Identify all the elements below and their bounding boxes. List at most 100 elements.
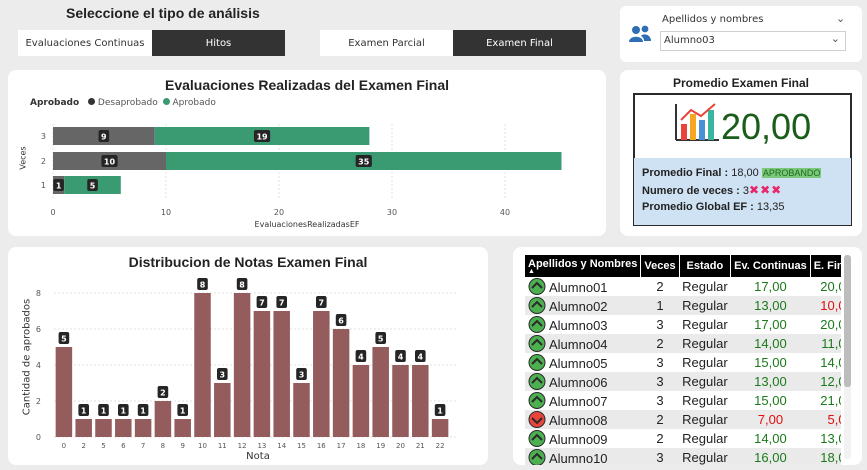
hist-bar-18[interactable] <box>352 365 370 437</box>
tab-examen-parcial[interactable]: Examen Parcial <box>320 30 453 56</box>
table-row[interactable]: Alumno07 3 Regular 15,00 21,00 <box>525 391 841 410</box>
numero-veces-row: Numero de veces : 3✖✖✖ <box>642 183 782 197</box>
filter-value: Alumno03 <box>664 35 715 46</box>
filter-dropdown[interactable]: Alumno03 ⌄ <box>660 31 846 51</box>
svg-text:3: 3 <box>220 371 226 380</box>
tab-examen-final[interactable]: Examen Final <box>453 30 586 56</box>
tab-evaluaciones-continuas[interactable]: Evaluaciones Continuas <box>18 30 152 56</box>
hist-bar-22[interactable] <box>431 419 449 437</box>
svg-text:1: 1 <box>437 407 443 416</box>
estado-cell: Regular <box>682 355 728 370</box>
scrollbar-thumb[interactable] <box>844 255 851 387</box>
table-row[interactable]: Alumno10 3Regular16,0018,00 <box>525 448 841 465</box>
svg-text:4: 4 <box>358 353 364 362</box>
table-row[interactable]: Alumno09 2 Regular 14,00 13,00 <box>525 429 841 448</box>
chevron-down-icon: ⌄ <box>830 32 840 45</box>
estado-cell: Regular <box>679 296 731 315</box>
x-tick-label: 30 <box>387 208 397 217</box>
table-row[interactable]: Alumno04 2Regular14,0011,00 <box>525 334 841 353</box>
people-icon <box>629 25 651 42</box>
veces-cell: 1 <box>640 296 680 315</box>
x-tick-label: 5 <box>101 442 105 450</box>
data-label: 2 <box>157 386 169 398</box>
table-row[interactable]: Alumno03 3 Regular 17,00 20,00 <box>525 315 841 334</box>
table-row[interactable]: Alumno05 3 Regular 15,00 14,00 <box>525 353 841 372</box>
svg-text:1: 1 <box>180 407 186 416</box>
hist-bar-2[interactable] <box>75 419 92 437</box>
hist-bar-10[interactable] <box>194 293 211 437</box>
svg-text:1: 1 <box>101 407 107 416</box>
table-container[interactable]: Apellidos y Nombres ▲ Veces Estado Ev. Co… <box>525 255 841 465</box>
data-label: 3 <box>217 368 228 380</box>
nombre-text: Alumno06 <box>549 375 608 390</box>
table-row[interactable]: Alumno02 1Regular13,0010,00 <box>525 296 841 315</box>
chevron-up-icon <box>528 430 546 447</box>
hist-bar-8[interactable] <box>154 401 172 437</box>
nombre-text: Alumno09 <box>549 432 608 447</box>
nombre-text: Alumno03 <box>549 318 608 333</box>
x-tick-label: 18 <box>356 442 365 450</box>
svg-text:3: 3 <box>299 371 305 380</box>
hist-bar-0[interactable] <box>55 347 73 437</box>
data-label: 1 <box>78 404 89 416</box>
x-tick-label: 22 <box>436 442 445 450</box>
ev-continuas-cell: 13,00 <box>730 372 811 391</box>
hist-bar-16[interactable] <box>313 311 330 437</box>
x-tick-label: 8 <box>161 442 165 450</box>
promedio-final-row: Promedio Final : 18,00 APROBANDO <box>642 167 822 179</box>
data-label: 1 <box>98 404 109 416</box>
y-tick-label: 1 <box>41 181 46 190</box>
nombre-cell: Alumno03 <box>525 315 641 334</box>
svg-text:10: 10 <box>104 158 116 167</box>
veces-cell: 3 <box>656 393 664 408</box>
estado-cell: Regular <box>679 334 731 353</box>
table-scrollbar[interactable] <box>844 255 851 459</box>
col-header-veces[interactable]: Veces <box>640 255 680 277</box>
col-header-estado[interactable]: Estado <box>679 255 732 277</box>
nombre-text: Alumno04 <box>549 337 608 352</box>
hist-bar-19[interactable] <box>372 347 389 437</box>
chevron-up-icon <box>528 278 546 295</box>
numero-veces-label: Numero de veces : <box>642 185 740 197</box>
ev-continuas-cell: 16,00 <box>730 448 811 465</box>
nombre-text: Alumno01 <box>549 280 608 295</box>
col-header-e-final[interactable]: E. Final <box>810 255 841 277</box>
hist-bar-14[interactable] <box>273 311 290 437</box>
estado-cell: Regular <box>679 410 731 429</box>
data-label: 1 <box>137 404 149 416</box>
hist-bar-6[interactable] <box>115 419 132 437</box>
hist-bar-11[interactable] <box>214 383 231 437</box>
hist-bar-7[interactable] <box>134 419 152 437</box>
col-header-ev-continuas[interactable]: Ev. Continuas <box>730 255 811 277</box>
hist-bar-9[interactable] <box>174 419 191 437</box>
data-label: 4 <box>395 350 406 362</box>
svg-text:8: 8 <box>239 281 245 290</box>
table-row[interactable]: Alumno06 3Regular13,0012,00 <box>525 372 841 391</box>
hist-bar-17[interactable] <box>332 329 350 437</box>
data-label: 19 <box>253 130 271 142</box>
estado-cell: Regular <box>682 393 728 408</box>
hist-bar-15[interactable] <box>293 383 310 437</box>
x-tick-label: 10 <box>198 442 207 450</box>
hist-bar-5[interactable] <box>95 419 112 437</box>
cross-icon: ✖✖✖ <box>749 183 783 197</box>
chevron-up-icon <box>528 392 546 409</box>
hist-bar-13[interactable] <box>253 311 271 437</box>
kpi-value: 20,00 <box>721 106 812 147</box>
table-row[interactable]: Alumno08 2Regular7,005,00 <box>525 410 841 429</box>
data-label: 9 <box>98 130 110 142</box>
y-tick-label: 2 <box>36 397 41 406</box>
chevron-up-icon <box>528 316 546 333</box>
hist-bar-12[interactable] <box>233 293 251 437</box>
data-label: 4 <box>415 350 426 362</box>
x-tick-label: 16 <box>317 442 326 450</box>
hist-bar-21[interactable] <box>412 365 429 437</box>
hist-bar-20[interactable] <box>392 365 409 437</box>
e-final-cell: 18,00 <box>810 448 841 465</box>
table-row[interactable]: Alumno01 2 Regular 17,00 20,00 <box>525 277 841 296</box>
col-header-nombres[interactable]: Apellidos y Nombres ▲ <box>525 255 642 277</box>
nombre-cell: Alumno07 <box>525 391 641 410</box>
chevron-down-icon[interactable]: ⌄ <box>836 12 845 25</box>
tab-hitos[interactable]: Hitos <box>152 30 285 56</box>
x-tick-label: 12 <box>238 442 247 450</box>
